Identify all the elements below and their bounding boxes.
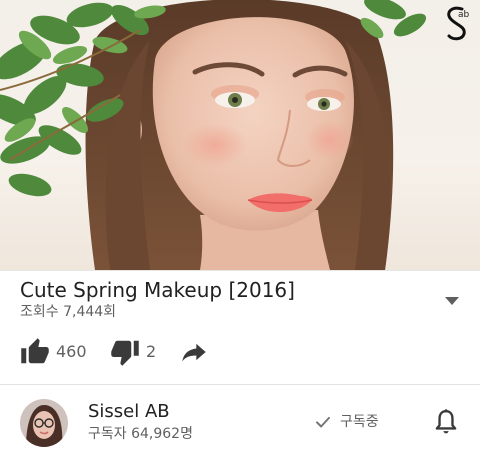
share-button[interactable] [180, 336, 208, 368]
subscribed-label: 구독중 [340, 414, 379, 430]
video-title: Cute Spring Makeup [2016] [20, 278, 295, 302]
checkmark-icon [316, 416, 330, 428]
video-frame-image: ab [0, 0, 470, 270]
bell-icon [435, 409, 457, 434]
video-watch-page: ab Cute Spring Makeup [2016] 조회수 7,444회 … [0, 0, 480, 461]
like-count: 460 [56, 342, 87, 361]
dislike-button[interactable]: 2 [110, 336, 156, 368]
video-player[interactable]: ab [0, 0, 480, 270]
share-icon [182, 343, 206, 362]
like-button[interactable]: 460 [20, 336, 87, 368]
svg-text:ab: ab [458, 10, 470, 20]
chevron-down-icon[interactable] [443, 292, 461, 305]
divider [0, 384, 480, 385]
view-count: 조회수 7,444회 [20, 304, 117, 320]
notification-bell-button[interactable] [433, 408, 459, 436]
subscribed-button[interactable]: 구독중 [314, 410, 379, 434]
avatar[interactable] [20, 399, 68, 447]
channel-name[interactable]: Sissel AB [88, 400, 170, 424]
channel-logo-watermark: ab [447, 6, 470, 41]
thumbs-down-icon [111, 340, 139, 366]
dislike-count: 2 [146, 342, 157, 361]
divider [0, 270, 480, 271]
thumbs-up-icon [21, 338, 49, 364]
subscriber-count: 구독자 64,962명 [88, 426, 193, 442]
